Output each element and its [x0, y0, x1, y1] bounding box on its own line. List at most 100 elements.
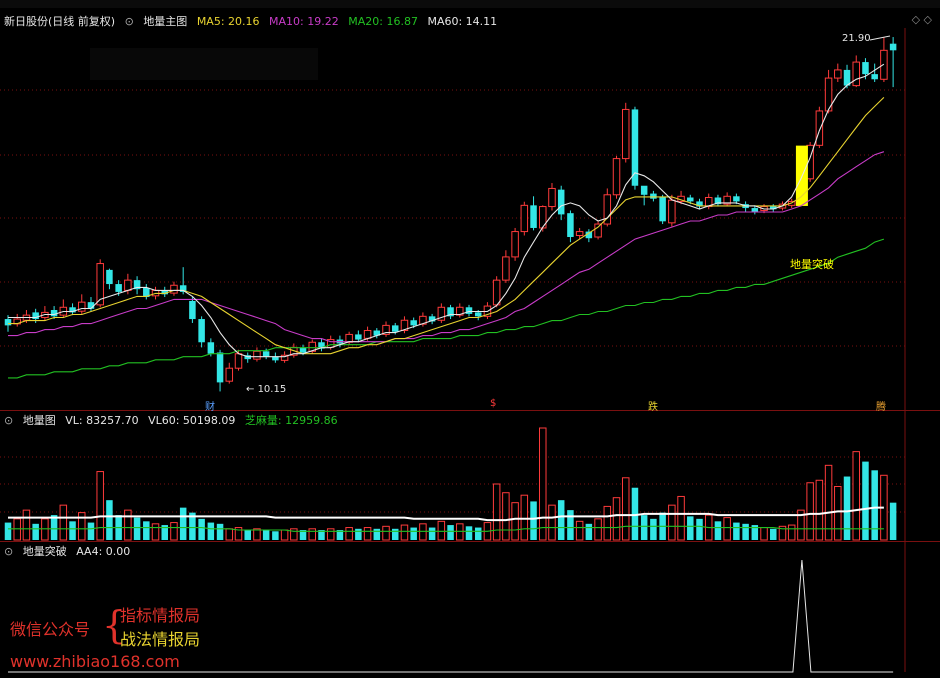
watermark: 微信公众号 { 指标情报局 战法情报局 www.zhibiao168.com: [10, 598, 240, 676]
marker-cai[interactable]: 财: [205, 398, 215, 413]
candle-body: [871, 74, 878, 80]
candle-body: [640, 185, 648, 195]
candle-body: [612, 158, 621, 196]
volume-bar: [225, 528, 234, 541]
volume-bar: [511, 502, 519, 541]
volume-bar: [650, 518, 657, 540]
volume-bar: [787, 524, 796, 541]
candle-body: [520, 204, 529, 233]
volume-bar: [345, 527, 353, 541]
wm-public-account: 微信公众号: [10, 620, 91, 639]
volume-bar: [4, 522, 12, 540]
marker-die[interactable]: 跌: [648, 398, 658, 413]
candle-body: [530, 205, 537, 228]
candle-body: [345, 333, 353, 343]
candle-body: [548, 187, 556, 208]
volume-bar: [492, 483, 501, 541]
volume-bar: [151, 523, 160, 541]
candle-body: [50, 309, 58, 317]
volume-bar: [124, 509, 132, 541]
candle-body: [557, 189, 565, 215]
volume-bar: [410, 527, 417, 540]
candle-body: [575, 231, 584, 237]
wm-line2: 战法情报局: [120, 630, 201, 649]
candle-body: [492, 279, 501, 306]
candle-body: [410, 320, 417, 326]
ma20-line: [8, 151, 885, 343]
volume-bar: [733, 522, 740, 540]
volume-bar: [198, 518, 205, 540]
candle-body: [733, 196, 740, 202]
candle-body: [170, 284, 178, 294]
volume-bar: [456, 523, 464, 541]
volume-bar: [677, 495, 685, 541]
marker-teng[interactable]: 腾: [876, 398, 886, 413]
volume-bar: [687, 516, 694, 540]
kline-chart[interactable]: [0, 0, 940, 678]
volume-bar: [133, 517, 141, 540]
volume-bar: [179, 507, 187, 540]
volume-bar: [474, 527, 482, 540]
volume-bar: [391, 528, 399, 540]
candle-body: [465, 307, 473, 314]
volume-bar: [87, 522, 95, 540]
volume-bar: [742, 523, 749, 540]
candle-body: [621, 108, 630, 160]
volume-bar: [262, 530, 270, 540]
low-price-value: 10.15: [257, 384, 287, 395]
volume-bar: [447, 525, 454, 540]
candle-body: [391, 325, 399, 332]
volume-bar: [32, 523, 39, 540]
volume-bar: [714, 521, 722, 540]
candle-body: [4, 319, 12, 326]
high-price-label: 21.90: [842, 33, 871, 44]
candle-body: [594, 223, 602, 238]
volume-bar: [621, 477, 630, 541]
candle-body: [567, 213, 574, 238]
volume-bar: [216, 523, 224, 540]
volume-bar: [428, 527, 436, 540]
volume-bar: [806, 482, 814, 541]
candle-body: [511, 231, 519, 258]
candle-body: [474, 312, 482, 317]
marker-s[interactable]: $: [490, 398, 496, 409]
ma10-line: [8, 97, 885, 355]
volume-bar: [539, 427, 547, 541]
volume-bar: [106, 500, 113, 540]
candle-body: [687, 197, 694, 202]
candle-body: [659, 197, 666, 222]
candle-body: [115, 284, 122, 292]
volume-bar: [520, 494, 529, 541]
candle-body: [198, 319, 205, 343]
volume-bar: [852, 451, 860, 541]
candle-body: [124, 279, 132, 291]
volume-bar: [207, 522, 215, 540]
volume-bar: [594, 518, 602, 541]
volume-bar: [770, 528, 777, 540]
volume-bar: [355, 528, 362, 540]
volume-bar: [280, 529, 289, 541]
candle-body: [262, 351, 270, 357]
volume-bar: [889, 502, 897, 540]
candle-body: [355, 334, 362, 340]
candle-body: [650, 193, 657, 199]
wm-line1: 指标情报局: [120, 606, 201, 625]
volume-bar: [244, 530, 251, 540]
volume-bar: [419, 523, 427, 541]
candle-body: [668, 199, 676, 224]
volume-bar: [272, 531, 279, 540]
volume-bar: [696, 518, 703, 540]
volume-bar: [373, 528, 381, 540]
volume-bar: [603, 505, 612, 541]
wm-url: www.zhibiao168.com: [10, 652, 180, 671]
candle-body: [207, 342, 215, 354]
volume-bar: [575, 520, 584, 541]
volume-bar: [843, 476, 851, 540]
volume-bar: [585, 523, 593, 540]
volume-bar: [41, 518, 49, 541]
volume-bar: [22, 509, 31, 541]
volume-bar: [871, 470, 878, 540]
candle-body: [889, 43, 897, 51]
volume-bar: [69, 521, 76, 540]
candle-body: [216, 352, 224, 383]
